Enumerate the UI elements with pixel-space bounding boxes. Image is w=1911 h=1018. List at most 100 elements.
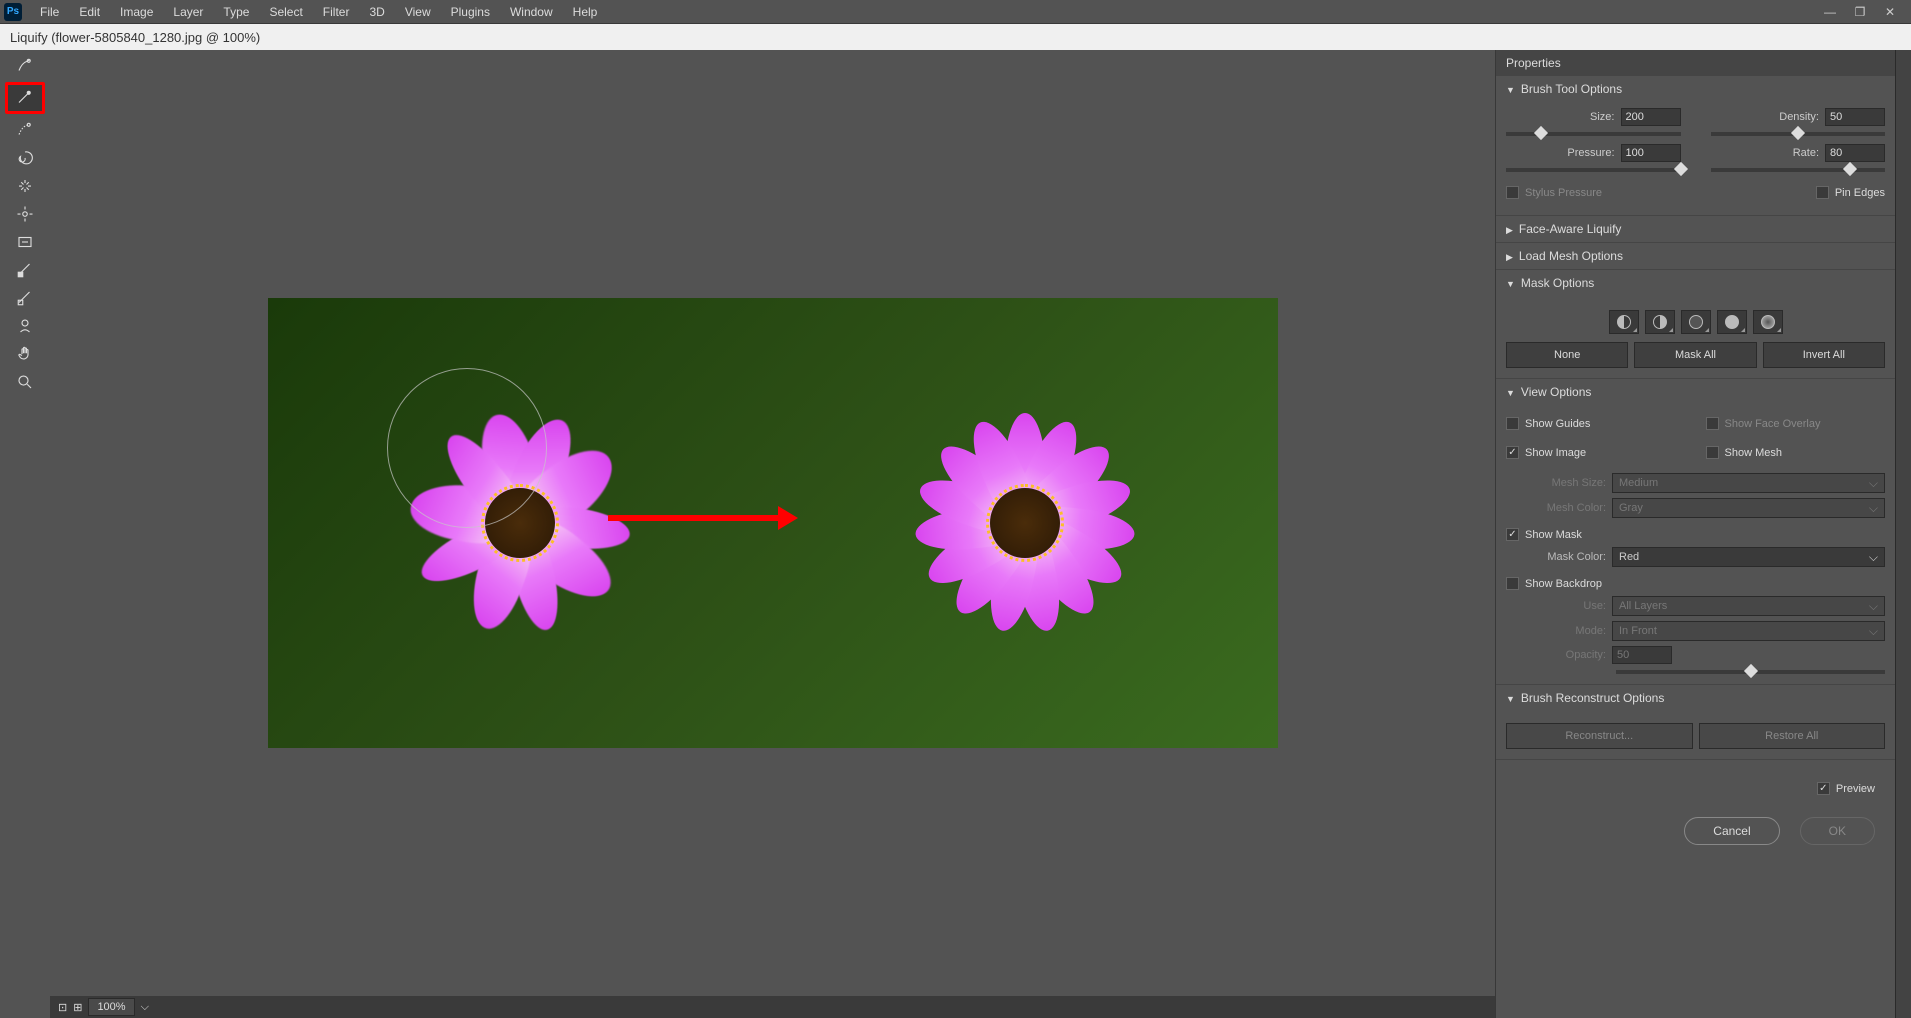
show-face-overlay-checkbox [1706,417,1719,430]
reconstruct-button[interactable]: Reconstruct... [1506,723,1693,749]
load-mesh-header[interactable]: Load Mesh Options [1496,243,1895,269]
size-input[interactable] [1621,108,1681,126]
minimize-icon[interactable]: — [1823,5,1837,19]
pressure-label: Pressure: [1506,147,1615,159]
properties-title: Properties [1496,50,1895,76]
menu-3d[interactable]: 3D [359,1,394,23]
menu-file[interactable]: File [30,1,69,23]
actual-icon[interactable]: ⊞ [73,1001,82,1014]
tool-freeze-mask[interactable] [7,258,43,282]
fit-icon[interactable]: ⊡ [58,1001,67,1014]
rate-label: Rate: [1711,147,1820,159]
properties-scrollbar[interactable] [1895,50,1911,1018]
show-image-checkbox[interactable] [1506,446,1519,459]
pin-edges-checkbox[interactable] [1816,186,1829,199]
mask-color-label: Mask Color: [1506,551,1606,563]
tool-smooth[interactable] [7,118,43,142]
mask-color-dropdown[interactable]: Red [1612,547,1885,567]
mode-label: Mode: [1506,625,1606,637]
show-image-label: Show Image [1525,447,1586,459]
ok-button[interactable]: OK [1800,817,1875,845]
tool-face[interactable] [7,314,43,338]
menu-type[interactable]: Type [213,1,259,23]
menu-help[interactable]: Help [563,1,608,23]
tool-thaw-mask[interactable] [7,286,43,310]
size-slider[interactable] [1506,132,1681,136]
tool-zoom[interactable] [7,370,43,394]
canvas-viewport[interactable] [50,50,1495,996]
menu-bar: Ps File Edit Image Layer Type Select Fil… [0,0,1911,24]
show-guides-checkbox[interactable] [1506,417,1519,430]
menu-select[interactable]: Select [259,1,312,23]
rate-slider[interactable] [1711,168,1886,172]
tool-twirl[interactable] [7,146,43,170]
show-face-overlay-label: Show Face Overlay [1725,418,1821,430]
tool-push-left[interactable] [7,230,43,254]
properties-panel: Properties Brush Tool Options Size: Dens… [1495,50,1895,1018]
face-aware-header[interactable]: Face-Aware Liquify [1496,216,1895,242]
view-options-header[interactable]: View Options [1496,379,1895,405]
menu-image[interactable]: Image [110,1,163,23]
use-dropdown: All Layers [1612,596,1885,616]
zoom-dropdown-icon[interactable]: ⌵ [141,1001,149,1014]
reconstruct-header[interactable]: Brush Reconstruct Options [1496,685,1895,711]
brush-cursor-icon [387,368,547,528]
use-label: Use: [1506,600,1606,612]
opacity-label: Opacity: [1506,649,1606,661]
tool-reconstruct[interactable] [5,82,45,114]
close-icon[interactable]: ✕ [1883,5,1897,19]
canvas-bottom-bar: ⊡ ⊞ 100% ⌵ [50,996,1495,1018]
show-mask-label: Show Mask [1525,529,1582,541]
mask-none-button[interactable]: None [1506,342,1628,368]
tool-forward-warp[interactable] [7,54,43,78]
mask-mode-5-icon[interactable] [1753,310,1783,334]
brush-options-header[interactable]: Brush Tool Options [1496,76,1895,102]
opacity-slider [1616,670,1885,674]
pressure-input[interactable] [1621,144,1681,162]
menu-filter[interactable]: Filter [313,1,360,23]
rate-input[interactable] [1825,144,1885,162]
mask-invert-button[interactable]: Invert All [1763,342,1885,368]
density-input[interactable] [1825,108,1885,126]
mask-mode-4-icon[interactable] [1717,310,1747,334]
show-backdrop-label: Show Backdrop [1525,578,1602,590]
cancel-button[interactable]: Cancel [1684,817,1779,845]
show-mesh-label: Show Mesh [1725,447,1782,459]
pressure-slider[interactable] [1506,168,1681,172]
menu-window[interactable]: Window [500,1,563,23]
mesh-color-dropdown: Gray [1612,498,1885,518]
opacity-input [1612,646,1672,664]
maximize-icon[interactable]: ❐ [1853,5,1867,19]
menu-plugins[interactable]: Plugins [441,1,500,23]
canvas-area: ⊡ ⊞ 100% ⌵ [50,50,1495,1018]
canvas-image [268,298,1278,748]
tool-pucker[interactable] [7,174,43,198]
density-slider[interactable] [1711,132,1886,136]
annotation-arrow-icon [608,498,798,538]
show-backdrop-checkbox[interactable] [1506,577,1519,590]
show-mask-checkbox[interactable] [1506,528,1519,541]
menu-layer[interactable]: Layer [163,1,213,23]
preview-checkbox[interactable] [1817,782,1830,795]
tool-hand[interactable] [7,342,43,366]
mode-dropdown: In Front [1612,621,1885,641]
tool-bloat[interactable] [7,202,43,226]
zoom-input[interactable]: 100% [88,998,134,1016]
mask-mode-2-icon[interactable] [1645,310,1675,334]
menu-view[interactable]: View [395,1,441,23]
show-guides-label: Show Guides [1525,418,1590,430]
pin-edges-label: Pin Edges [1835,187,1885,199]
stylus-label: Stylus Pressure [1525,187,1602,199]
mask-mode-3-icon[interactable] [1681,310,1711,334]
mask-options-header[interactable]: Mask Options [1496,270,1895,296]
dialog-title: Liquify (flower-5805840_1280.jpg @ 100%) [0,24,1911,50]
liquify-toolbar [0,50,50,1018]
show-mesh-checkbox[interactable] [1706,446,1719,459]
mask-all-button[interactable]: Mask All [1634,342,1756,368]
mask-mode-1-icon[interactable] [1609,310,1639,334]
size-label: Size: [1506,111,1615,123]
restore-all-button[interactable]: Restore All [1699,723,1886,749]
menu-edit[interactable]: Edit [69,1,110,23]
photoshop-logo-icon: Ps [4,3,22,21]
preview-label: Preview [1836,783,1875,795]
